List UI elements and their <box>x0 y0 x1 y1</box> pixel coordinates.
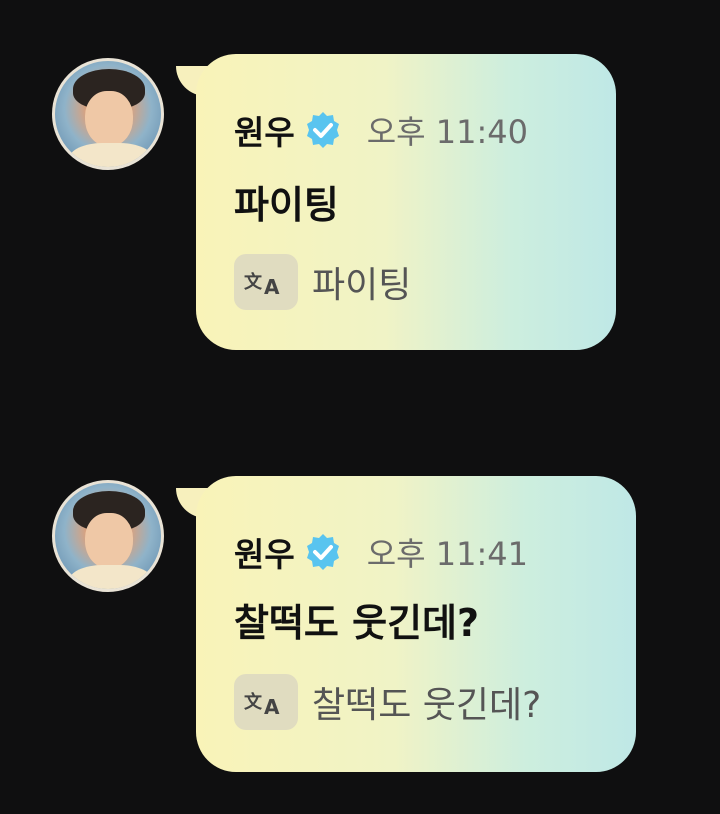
verified-badge-icon <box>306 534 339 570</box>
message-header: 원우 오후 11:40 <box>234 106 528 154</box>
message-bubble[interactable]: 원우 오후 11:41 찰떡도 웃긴데? 文 A 찰떡도 웃긴데? <box>196 476 636 772</box>
avatar[interactable] <box>52 480 164 592</box>
translation-text: 찰떡도 웃긴데? <box>312 685 542 726</box>
author-name: 원우 <box>234 535 295 574</box>
translation-row[interactable]: 文 A 찰떡도 웃긴데? <box>234 674 541 730</box>
message-text: 찰떡도 웃긴데? <box>234 601 480 645</box>
message-time: 오후 11:41 <box>366 535 529 573</box>
avatar-shoulder <box>69 143 153 167</box>
translation-text: 파이팅 <box>312 265 412 306</box>
svg-text:文: 文 <box>244 271 263 293</box>
message-bubble[interactable]: 원우 오후 11:40 파이팅 文 A 파이팅 <box>196 54 616 350</box>
svg-text:文: 文 <box>244 691 263 713</box>
translation-row[interactable]: 文 A 파이팅 <box>234 254 411 310</box>
svg-text:A: A <box>264 275 280 298</box>
avatar-face <box>85 91 133 147</box>
translate-icon[interactable]: 文 A <box>234 254 298 310</box>
message-text: 파이팅 <box>234 183 339 227</box>
message-time: 오후 11:40 <box>366 113 529 151</box>
svg-text:A: A <box>264 695 280 718</box>
author-name: 원우 <box>234 113 295 152</box>
avatar-shoulder <box>69 565 153 589</box>
translate-icon[interactable]: 文 A <box>234 674 298 730</box>
message-header: 원우 오후 11:41 <box>234 528 528 576</box>
avatar[interactable] <box>52 58 164 170</box>
verified-badge-icon <box>306 112 339 148</box>
translate-glyph-icon: 文 A <box>244 691 281 718</box>
avatar-face <box>85 513 133 569</box>
translate-glyph-icon: 文 A <box>244 271 281 298</box>
